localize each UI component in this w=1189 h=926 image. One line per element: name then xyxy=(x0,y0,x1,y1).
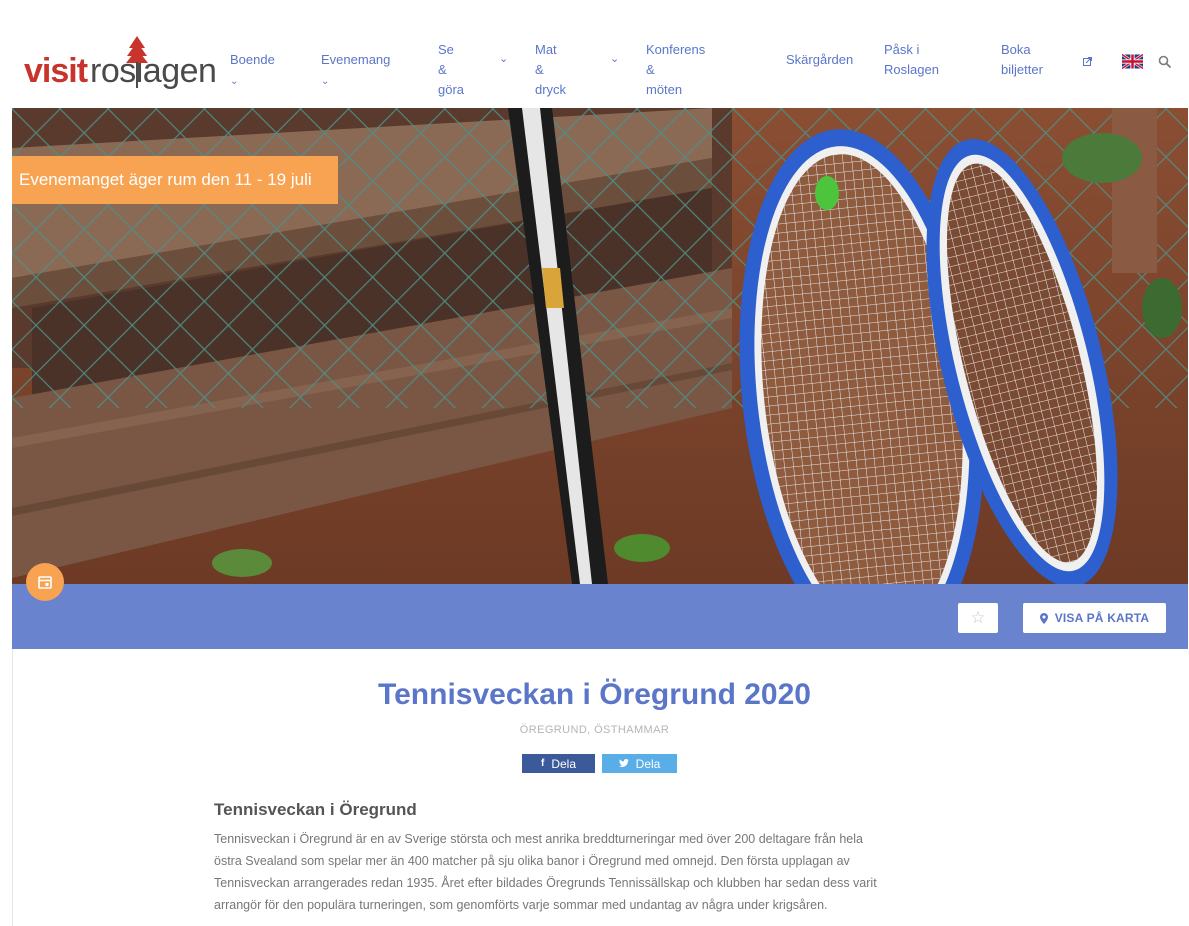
nav-item-skargarden[interactable]: Skärgården xyxy=(786,50,853,70)
share-twitter-label: Dela xyxy=(635,756,661,771)
nav-item-mat-dryck-line2: dryck xyxy=(535,82,567,97)
event-date-banner: Evenemanget äger rum den 11 - 19 juli xyxy=(12,156,338,204)
nav-item-evenemang-label: Evenemang xyxy=(321,52,391,67)
calendar-button[interactable] xyxy=(26,563,64,601)
chevron-down-icon: ⌄ xyxy=(230,76,239,87)
nav-item-boka-line1: Boka xyxy=(1001,42,1031,57)
article-body: Tennisveckan i Öregrund är en av Sverige… xyxy=(214,828,984,916)
nav-item-se-gora-line2: göra xyxy=(438,82,465,97)
nav-item-boende[interactable]: Boende ⌄ xyxy=(230,50,275,92)
show-on-map-button[interactable]: VISA PÅ KARTA xyxy=(1023,603,1166,633)
show-on-map-label: VISA PÅ KARTA xyxy=(1054,611,1150,625)
nav-item-se-gora-line1: Se & xyxy=(438,42,454,77)
nav-item-pask[interactable]: Påsk i Roslagen xyxy=(884,40,939,80)
external-link-icon[interactable] xyxy=(1083,57,1092,66)
nav-item-pask-line1: Påsk i xyxy=(884,42,920,57)
chevron-down-icon[interactable]: ⌄ xyxy=(610,52,619,65)
site-header: visit roslagen Boende ⌄ Evenemang ⌄ Se &… xyxy=(12,14,1188,109)
calendar-icon xyxy=(38,576,52,589)
favorite-button[interactable]: ☆ xyxy=(958,603,998,633)
nav-item-pask-line2: Roslagen xyxy=(884,62,939,77)
nav-item-konferens-line1: Konferens & xyxy=(646,42,706,77)
nav-item-skargarden-label: Skärgården xyxy=(786,52,854,67)
nav-item-konferens-line2: möten xyxy=(646,82,683,97)
article-line: Tennisveckan arrangerades redan 1935. År… xyxy=(214,876,877,890)
article-line: östra Svealand som spelar mer än 400 mat… xyxy=(214,854,850,868)
share-facebook-label: Dela xyxy=(551,756,577,771)
nav-item-boende-label: Boende xyxy=(230,52,275,67)
share-facebook-button[interactable]: f Dela xyxy=(522,754,595,773)
article-line: arrangör för den populära turneringen, s… xyxy=(214,898,828,912)
map-pin-icon xyxy=(1039,612,1048,624)
search-icon[interactable] xyxy=(1158,55,1172,69)
article-line: Tennisveckan i Öregrund är en av Sverige… xyxy=(214,832,863,846)
share-twitter-button[interactable]: Dela xyxy=(602,754,677,773)
event-title: Tennisveckan i Öregrund 2020 xyxy=(378,678,811,711)
nav-item-boka[interactable]: Boka biljetter xyxy=(1001,40,1043,80)
uk-flag-icon[interactable] xyxy=(1122,52,1143,71)
action-bar xyxy=(12,584,1188,649)
site-logo[interactable]: visit roslagen xyxy=(24,34,224,94)
nav-item-se-gora[interactable]: Se & göra xyxy=(438,40,464,100)
chevron-down-icon: ⌄ xyxy=(321,76,330,87)
article-heading: Tennisveckan i Öregrund xyxy=(214,800,417,819)
nav-item-boka-line2: biljetter xyxy=(1001,62,1043,77)
nav-item-mat-dryck[interactable]: Mat & dryck xyxy=(535,40,566,100)
facebook-icon: f xyxy=(540,758,545,769)
twitter-icon xyxy=(618,759,629,767)
logo-visit-text: visit xyxy=(24,52,88,90)
nav-item-konferens[interactable]: Konferens & möten xyxy=(646,40,705,100)
logo-roslagen-text: roslagen xyxy=(90,52,217,90)
star-icon: ☆ xyxy=(970,608,986,627)
logo-tree-icon xyxy=(126,36,148,88)
nav-item-mat-dryck-line1: Mat & xyxy=(535,42,557,77)
nav-item-evenemang[interactable]: Evenemang ⌄ xyxy=(321,50,390,92)
event-location: ÖREGRUND, ÖSTHAMMAR xyxy=(519,724,670,736)
chevron-down-icon[interactable]: ⌄ xyxy=(499,52,508,65)
